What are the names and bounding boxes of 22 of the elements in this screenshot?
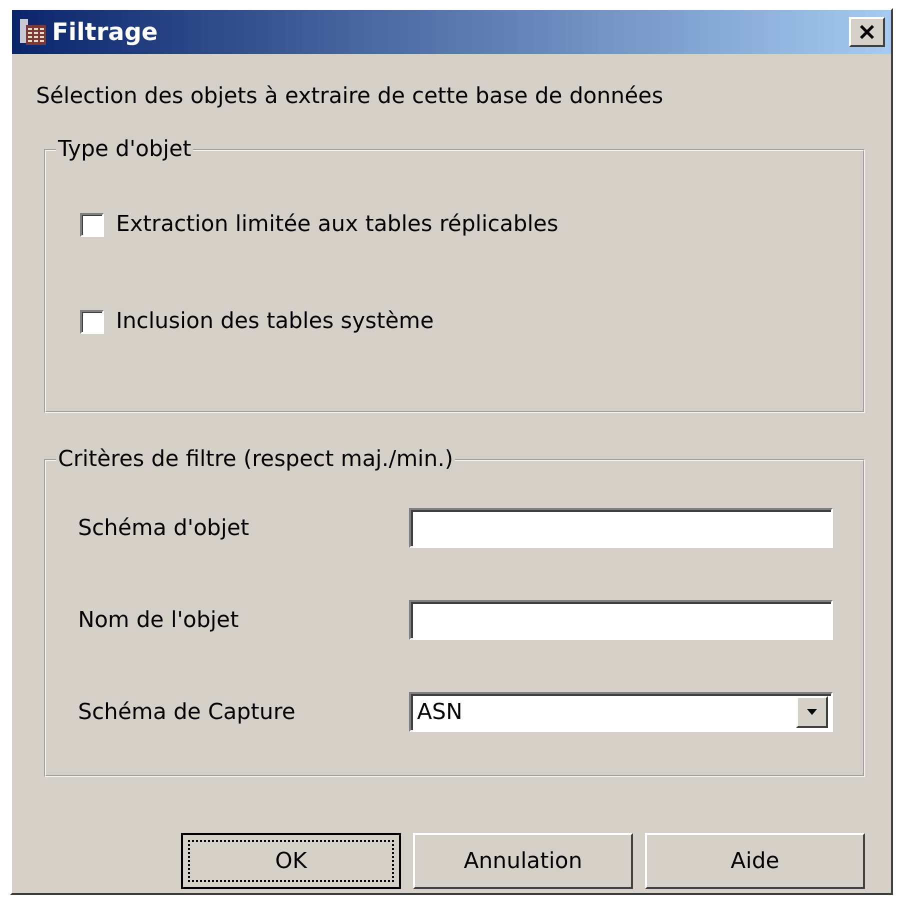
dialog-button[interactable]: Annulation	[413, 833, 633, 889]
input-field[interactable]	[409, 600, 833, 640]
dialog-button[interactable]: OK	[181, 833, 401, 889]
field-label: Schéma de Capture	[78, 700, 296, 724]
intro-text: Sélection des objets à extraire de cette base de données	[36, 84, 664, 109]
window-title: Filtrage	[52, 18, 159, 46]
dialog-button[interactable]: Aide	[645, 833, 865, 889]
close-button[interactable]	[849, 17, 885, 47]
checkbox[interactable]	[80, 212, 104, 236]
dropdown-field[interactable]: ASN	[409, 692, 833, 732]
caret-icon	[807, 709, 817, 715]
field-label: Schéma d'objet	[78, 516, 250, 540]
group-title: Type d'objet	[57, 137, 192, 162]
table-icon	[18, 17, 48, 47]
input-field[interactable]	[409, 508, 833, 548]
dropdown-button[interactable]	[796, 696, 828, 728]
checkbox[interactable]	[80, 310, 104, 334]
checkbox-label: Inclusion des tables système	[116, 309, 434, 334]
close-icon	[859, 24, 875, 40]
checkbox-label: Extraction limitée aux tables réplicables	[116, 212, 558, 237]
group-title: Critères de filtre (respect maj./min.)	[57, 447, 454, 472]
field-label: Nom de l'objet	[78, 608, 239, 632]
